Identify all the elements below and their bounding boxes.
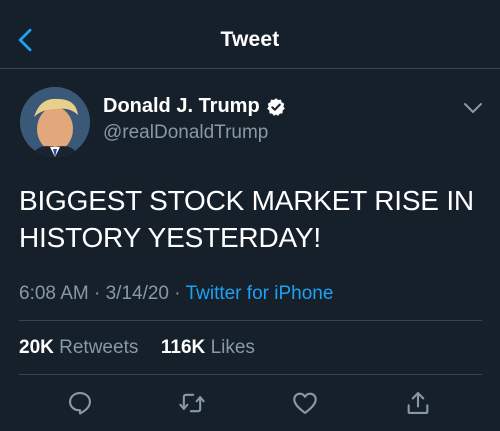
author-handle[interactable]: @realDonaldTrump [103, 122, 268, 144]
tweet-stats: 20K Retweets 116K Likes [19, 337, 255, 359]
avatar[interactable] [20, 87, 90, 157]
meta-separator: · [94, 283, 101, 304]
author-name-row: Donald J. Trump [103, 95, 286, 118]
divider [19, 374, 482, 375]
share-icon[interactable] [404, 389, 432, 417]
likes-label: Likes [210, 337, 255, 358]
chevron-down-icon[interactable] [462, 100, 484, 116]
retweets-label: Retweets [59, 337, 139, 358]
like-icon[interactable] [291, 389, 319, 417]
likes-stat[interactable]: 116K Likes [161, 337, 255, 358]
tweet-time: 6:08 AM [19, 283, 89, 304]
likes-count: 116K [160, 337, 206, 358]
verified-badge-icon [266, 97, 285, 116]
meta-separator: · [174, 283, 181, 304]
retweet-icon[interactable] [178, 389, 206, 417]
tweet-meta: 6:08 AM · 3/14/20 · Twitter for iPhone [19, 283, 333, 305]
tweet-source-link[interactable]: Twitter for iPhone [186, 283, 334, 304]
retweets-count: 20K [19, 337, 54, 358]
reply-icon[interactable] [66, 389, 94, 417]
top-bar: Tweet [0, 0, 500, 69]
tweet-date: 3/14/20 [105, 283, 170, 304]
page-title: Tweet [220, 28, 280, 51]
divider [19, 320, 482, 321]
retweets-stat[interactable]: 20K Retweets [19, 337, 144, 358]
author-name[interactable]: Donald J. Trump [103, 95, 260, 118]
avatar-image [20, 87, 90, 157]
tweet-text: BIGGEST STOCK MARKET RISE IN HISTORY YES… [19, 185, 474, 253]
